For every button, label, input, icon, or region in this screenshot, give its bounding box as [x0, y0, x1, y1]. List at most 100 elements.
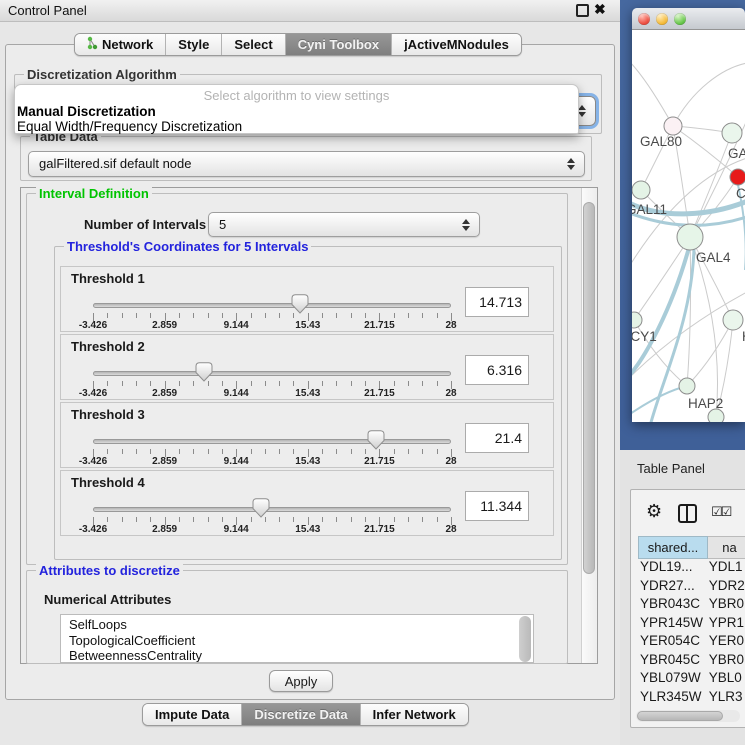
cell-shared-name: YDR27... [638, 578, 709, 597]
apply-button[interactable]: Apply [269, 670, 333, 692]
tab-impute-data[interactable]: Impute Data [143, 704, 242, 725]
slider-tick-labels: -3.4262.8599.14415.4321.71528 [93, 388, 451, 399]
tab-label: Discretize Data [254, 707, 347, 722]
float-panel-icon[interactable] [576, 4, 589, 17]
discretization-algorithm-group-title: Discretization Algorithm [24, 67, 180, 82]
slider-track[interactable] [93, 439, 451, 444]
cell-name: YER0 [709, 633, 745, 652]
table-rows: YDL19...YDL1YDR27...YDR2YBR043CYBR0YPR14… [638, 559, 745, 707]
slider-thumb[interactable] [252, 498, 270, 518]
number-of-intervals-label: Number of Intervals [84, 217, 206, 232]
slider-thumb[interactable] [195, 362, 213, 382]
table-row[interactable]: YBR045CYBR0 [638, 652, 745, 671]
network-node-red-node[interactable] [730, 169, 745, 185]
threshold-label: Threshold 2 [71, 339, 145, 354]
table-data-combo[interactable]: galFiltered.sif default node [28, 151, 585, 177]
threshold-value-field[interactable]: 14.713 [465, 287, 529, 317]
node-label-ga: GA [728, 146, 745, 161]
network-node-GAL80[interactable] [664, 117, 682, 135]
network-node-node-right-h[interactable] [723, 310, 743, 330]
network-node-GAL4[interactable] [677, 224, 703, 250]
cell-name: YPR1 [709, 615, 745, 634]
slider-tick-labels: -3.4262.8599.14415.4321.71528 [93, 320, 451, 331]
threshold-value-field[interactable]: 6.316 [465, 355, 529, 385]
cell-shared-name: YLR345W [638, 689, 709, 708]
table-data-combo-value: galFiltered.sif default node [39, 156, 191, 171]
table-row[interactable]: YDL19...YDL1 [638, 559, 745, 578]
control-panel-titlebar [0, 0, 620, 22]
cell-name: YBR0 [709, 596, 745, 615]
slider-track[interactable] [93, 507, 451, 512]
combo-stepper-icon [567, 158, 575, 170]
attribute-item[interactable]: BetweennessCentrality [69, 648, 533, 663]
slider-tick-labels: -3.4262.8599.14415.4321.71528 [93, 524, 451, 535]
threshold-panel-4: Threshold 4 -3.4262.8599.14415.4321.71528… [60, 470, 554, 536]
tab-label: Cyni Toolbox [298, 37, 379, 52]
table-row[interactable]: YLR345WYLR3 [638, 689, 745, 708]
network-window-titlebar[interactable] [632, 8, 745, 30]
algorithm-option-2[interactable]: Equal Width/Frequency Discretization [17, 119, 242, 134]
threshold-panel-2: Threshold 2 -3.4262.8599.14415.4321.71528… [60, 334, 554, 400]
column-header-2[interactable]: na [708, 536, 745, 559]
threshold-label: Threshold 3 [71, 407, 145, 422]
threshold-value-field[interactable]: 11.344 [465, 491, 529, 521]
number-of-intervals-combo[interactable]: 5 [208, 212, 480, 237]
slider-thumb[interactable] [367, 430, 385, 450]
node-label-gal11: GAL11 [632, 202, 667, 217]
close-panel-icon[interactable]: ✖ [594, 1, 606, 18]
table-row[interactable]: YER054CYER0 [638, 633, 745, 652]
thresholds-group-title: Threshold's Coordinates for 5 Intervals [64, 239, 311, 254]
table-scrollbar-thumb[interactable] [637, 711, 723, 721]
tab-network[interactable]: Network [75, 34, 166, 55]
threshold-value-field[interactable]: 21.4 [465, 423, 529, 453]
tab-cyni-toolbox[interactable]: Cyni Toolbox [286, 34, 392, 55]
tab-discretize-data[interactable]: Discretize Data [242, 704, 360, 725]
network-node-GAL11[interactable] [632, 181, 650, 199]
zoom-window-icon[interactable] [674, 13, 686, 25]
network-node-node-top-right[interactable] [722, 123, 742, 143]
control-panel-tabs: Network Style Select Cyni Toolbox jActiveMNo… [74, 33, 522, 56]
gear-icon[interactable]: ⚙ [646, 501, 662, 522]
attributes-list-scrollbar[interactable] [519, 616, 531, 662]
cell-name: YDL1 [709, 559, 745, 578]
tab-style[interactable]: Style [166, 34, 222, 55]
control-panel-title: Control Panel [8, 3, 87, 18]
numerical-attributes-list[interactable]: SelfLoopsTopologicalCoefficientBetweenne… [60, 614, 534, 663]
tab-label: Select [234, 37, 272, 52]
cell-name: YDR2 [709, 578, 745, 597]
slider-thumb[interactable] [291, 294, 309, 314]
attribute-item[interactable]: SelfLoops [69, 617, 533, 633]
table-row[interactable]: YPR145WYPR1 [638, 615, 745, 634]
threshold-label: Threshold 4 [71, 475, 145, 490]
cell-name: YBR0 [709, 652, 745, 671]
tab-infer-network[interactable]: Infer Network [361, 704, 468, 725]
attribute-item[interactable]: TopologicalCoefficient [69, 633, 533, 649]
cyni-mode-tabs: Impute Data Discretize Data Infer Network [142, 703, 469, 726]
slider-track[interactable] [93, 371, 451, 376]
tab-label: Infer Network [373, 707, 456, 722]
attributes-group-title: Attributes to discretize [36, 563, 183, 578]
minimize-window-icon[interactable] [656, 13, 668, 25]
network-node-GCY1[interactable] [632, 312, 642, 328]
algorithm-placeholder: Select algorithm to view settings [15, 88, 578, 103]
cell-name: YBL0 [709, 670, 745, 689]
split-view-icon[interactable] [678, 504, 697, 523]
table-row[interactable]: YDR27...YDR2 [638, 578, 745, 597]
column-checkbox-icons[interactable]: ☑☑ [711, 505, 730, 520]
network-node-HAP2[interactable] [679, 378, 695, 394]
table-row[interactable]: YBL079WYBL0 [638, 670, 745, 689]
tab-select[interactable]: Select [222, 34, 285, 55]
close-window-icon[interactable] [638, 13, 650, 25]
network-view-window: GAL80GACGAL11GAL4GCY1HHAP2 [632, 8, 745, 422]
tab-jactivemnodules[interactable]: jActiveMNodules [392, 34, 521, 55]
tab-label: Network [102, 37, 153, 52]
settings-scrollbar-thumb[interactable] [583, 202, 595, 574]
combo-stepper-icon [578, 105, 586, 117]
column-header-1[interactable]: shared... [638, 536, 708, 559]
cell-shared-name: YDL19... [638, 559, 709, 578]
slider-track[interactable] [93, 303, 451, 308]
network-canvas[interactable]: GAL80GACGAL11GAL4GCY1HHAP2 [632, 30, 745, 422]
algorithm-option-1[interactable]: Manual Discretization [17, 104, 156, 119]
table-row[interactable]: YBR043CYBR0 [638, 596, 745, 615]
cell-shared-name: YPR145W [638, 615, 709, 634]
